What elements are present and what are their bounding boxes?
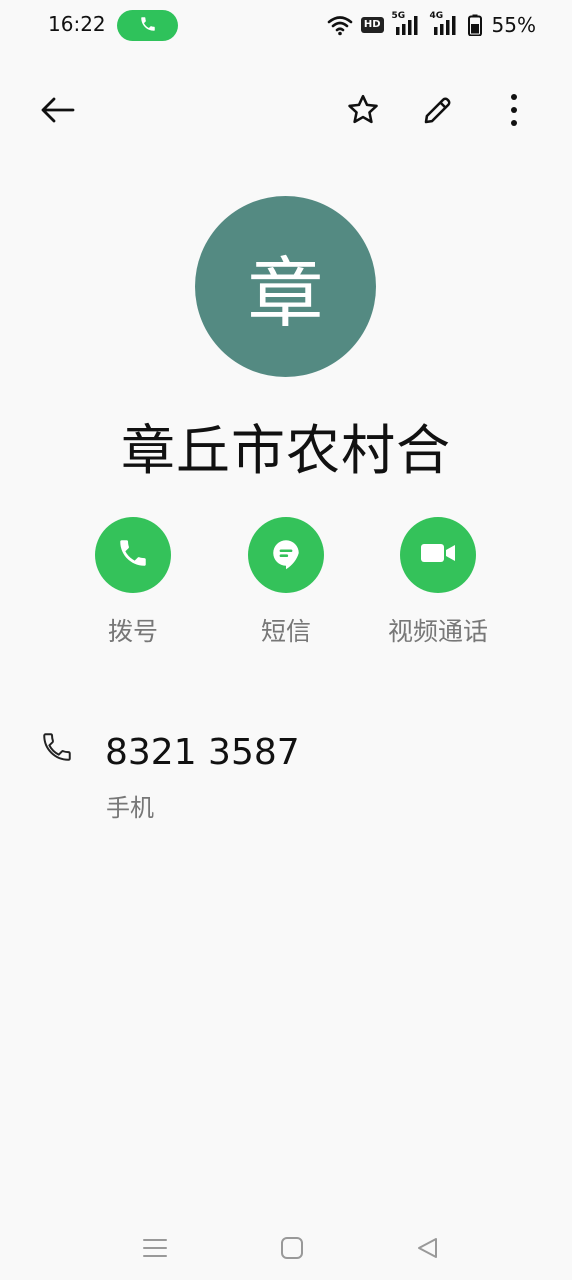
phone-type-label: 手机	[106, 794, 154, 822]
edit-contact-button[interactable]	[418, 92, 458, 132]
home-square-icon	[280, 1236, 304, 1264]
star-icon	[345, 92, 381, 132]
back-triangle-icon	[416, 1236, 440, 1264]
system-navigation-bar	[0, 1220, 572, 1272]
message-icon	[269, 536, 303, 574]
menu-icon	[143, 1238, 167, 1262]
signal-5g-icon: 5G	[392, 11, 422, 36]
video-call-action-button[interactable]: 视频通话	[368, 517, 508, 648]
status-icons: HD 5G 4G 55%	[327, 10, 536, 40]
avatar-initial: 章	[247, 248, 324, 338]
video-call-action-label: 视频通话	[387, 617, 488, 646]
message-action-button[interactable]: 短信	[216, 517, 356, 648]
more-options-button[interactable]	[494, 92, 534, 132]
call-action-button[interactable]: 拨号	[63, 517, 203, 648]
ongoing-call-indicator[interactable]	[117, 10, 178, 41]
back-arrow-icon	[39, 95, 75, 129]
home-button[interactable]	[272, 1230, 312, 1270]
phone-icon	[116, 536, 150, 574]
top-app-bar	[0, 80, 572, 146]
contact-name: 章丘市农村合	[121, 419, 451, 482]
phone-icon	[139, 15, 157, 37]
status-time: 16:22	[48, 12, 106, 36]
recent-apps-button[interactable]	[135, 1230, 175, 1270]
battery-percent: 55%	[491, 13, 536, 37]
favorite-button[interactable]	[343, 92, 383, 132]
back-button[interactable]	[37, 92, 77, 132]
contact-detail-screen: 16:22 HD 5G 4G 55% 章 章丘市农村合 拨号 短信 视频通话 8…	[0, 0, 572, 1280]
battery-icon	[467, 14, 482, 36]
message-action-label: 短信	[260, 617, 311, 646]
call-action-circle[interactable]	[95, 517, 171, 593]
video-call-action-circle[interactable]	[400, 517, 476, 593]
hd-voice-badge: HD	[360, 17, 384, 33]
contact-avatar: 章	[195, 196, 376, 377]
message-action-circle[interactable]	[248, 517, 324, 593]
video-camera-icon	[419, 538, 457, 572]
phone-icon	[40, 730, 74, 768]
phone-number-row[interactable]: 8321 3587 手机	[0, 720, 572, 830]
pencil-icon	[420, 92, 456, 132]
phone-number[interactable]: 8321 3587	[105, 732, 300, 773]
call-action-label: 拨号	[107, 617, 158, 646]
status-bar: 16:22 HD 5G 4G 55%	[0, 0, 572, 52]
more-vertical-icon	[509, 93, 519, 131]
signal-4g-icon: 4G	[430, 11, 460, 36]
system-back-button[interactable]	[408, 1230, 448, 1270]
wifi-icon	[327, 14, 353, 36]
